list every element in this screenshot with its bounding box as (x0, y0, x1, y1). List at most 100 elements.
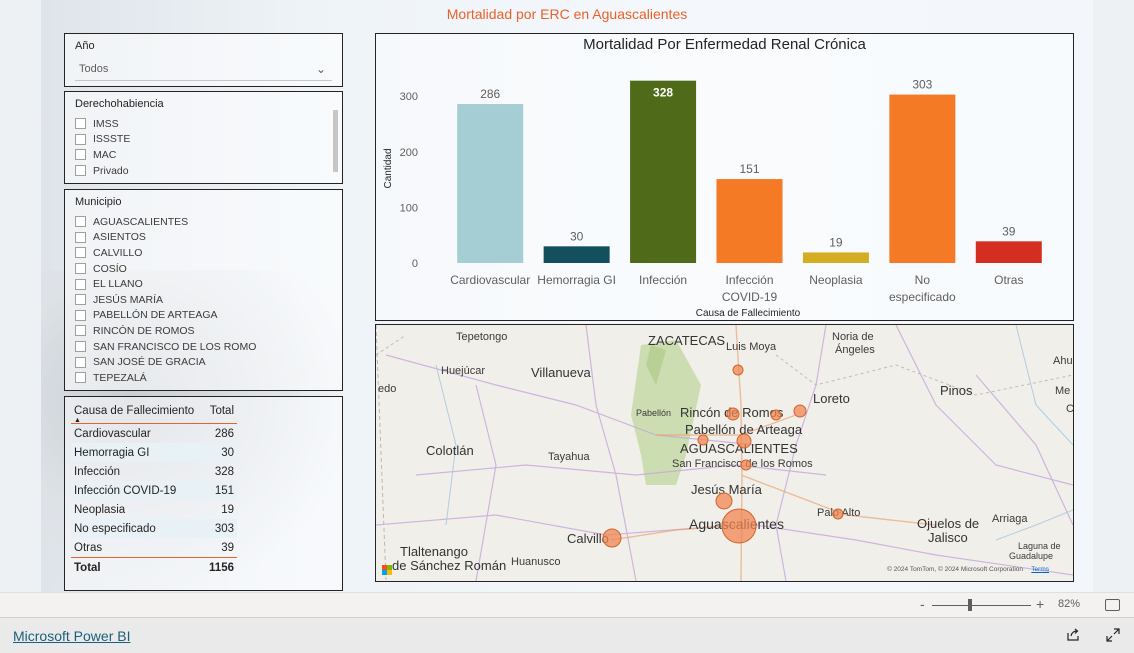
checkbox-label: IMSS (93, 118, 119, 130)
slicer-anio-title: Año (75, 40, 95, 52)
table-row[interactable]: Infección328 (71, 462, 237, 481)
table-row[interactable]: Infección COVID-19151 (71, 481, 237, 500)
bar[interactable] (803, 252, 869, 263)
checkbox[interactable] (75, 118, 86, 129)
zoom-slider-thumb[interactable] (968, 599, 972, 611)
x-tick-label: Otras (994, 273, 1023, 287)
anio-dropdown-value: Todos (79, 63, 108, 75)
cell-cause: Cardiovascular (71, 424, 204, 444)
map-bubble[interactable] (737, 434, 751, 448)
map-copyright: © 2024 TomTom, © 2024 Microsoft Corporat… (887, 566, 1023, 573)
bar[interactable] (889, 95, 955, 263)
bar[interactable] (457, 104, 523, 263)
zoom-in-button[interactable]: + (1036, 596, 1044, 612)
checkbox-item[interactable]: SAN JOSÉ DE GRACIA (75, 354, 330, 370)
checkbox[interactable] (75, 341, 86, 352)
checkbox-item[interactable]: CALVILLO (75, 245, 330, 261)
table-row[interactable]: No especificado303 (71, 519, 237, 538)
bar[interactable] (544, 246, 610, 263)
zoom-bar: - + 82% (0, 592, 1134, 618)
checkbox[interactable] (75, 325, 86, 336)
checkbox[interactable] (75, 310, 86, 321)
checkbox-item[interactable]: AGUASCALIENTES (75, 214, 330, 230)
checkbox[interactable] (75, 165, 86, 176)
checkbox[interactable] (75, 357, 86, 368)
checkbox-item[interactable]: JESÚS MARÍA (75, 292, 330, 308)
map-bubble[interactable] (833, 509, 843, 519)
zoom-out-button[interactable]: - (920, 596, 925, 612)
zoom-percentage: 82% (1058, 598, 1080, 610)
checkbox[interactable] (75, 372, 86, 383)
cell-cause: No especificado (71, 519, 204, 538)
cell-total: 39 (204, 538, 237, 558)
map-bubble[interactable] (794, 405, 806, 417)
share-icon[interactable] (1066, 628, 1080, 642)
table-row[interactable]: Cardiovascular286 (71, 424, 237, 444)
map-bubble[interactable] (722, 509, 756, 543)
map-bubble[interactable] (698, 435, 708, 445)
checkbox-item[interactable]: MAC (75, 147, 330, 163)
map-visual[interactable]: TepetongoZACATECASLuis MoyaNoria deÁngel… (375, 324, 1074, 582)
checkbox-item[interactable]: ISSSTE (75, 132, 330, 148)
bar-chart: Mortalidad Por Enfermedad Renal Crónica … (375, 33, 1074, 321)
checkbox-item[interactable]: SAN FRANCISCO DE LOS ROMO (75, 339, 330, 355)
data-label: 303 (912, 78, 932, 92)
table-total-row: Total1156 (71, 558, 237, 578)
data-label: 151 (739, 162, 759, 176)
checkbox-item[interactable]: EL LLANO (75, 276, 330, 292)
anio-dropdown[interactable]: Todos ⌄ (75, 58, 332, 81)
checkbox-label: Privado (93, 165, 129, 177)
checkbox-item[interactable]: COSÍO (75, 261, 330, 277)
checkbox-label: MAC (93, 149, 116, 161)
checkbox-item[interactable]: RINCÓN DE ROMOS (75, 323, 330, 339)
map-bubble[interactable] (716, 493, 732, 509)
map-bubble[interactable] (733, 365, 743, 375)
checkbox-item[interactable]: TEPEZALÁ (75, 370, 330, 386)
cell-cause: Infección COVID-19 (71, 481, 204, 500)
checkbox-item[interactable]: Privado (75, 163, 330, 179)
checkbox-item[interactable]: IMSS (75, 116, 330, 132)
map-bubble[interactable] (771, 410, 781, 420)
col-header-cause[interactable]: Causa de Fallecimiento (71, 403, 204, 424)
fullscreen-icon[interactable] (1106, 628, 1120, 642)
checkbox[interactable] (75, 247, 86, 258)
checkbox[interactable] (75, 263, 86, 274)
map-bubble[interactable] (603, 529, 621, 547)
powerbi-link[interactable]: Microsoft Power BI (13, 628, 130, 644)
bar[interactable] (976, 241, 1042, 263)
checkbox[interactable] (75, 134, 86, 145)
checkbox[interactable] (75, 216, 86, 227)
total-value: 1156 (204, 558, 237, 578)
x-axis-label: Causa de Fallecimiento (696, 308, 801, 319)
checkbox[interactable] (75, 232, 86, 243)
table-row[interactable]: Neoplasia19 (71, 500, 237, 519)
table-row[interactable]: Otras39 (71, 538, 237, 558)
checkbox-item[interactable]: ASIENTOS (75, 230, 330, 246)
data-label: 39 (1002, 224, 1016, 238)
bar[interactable] (717, 179, 783, 263)
zoom-slider-track[interactable] (932, 605, 1031, 606)
map-bubble[interactable] (727, 408, 739, 420)
table-row[interactable]: Hemorragia GI30 (71, 443, 237, 462)
checkbox[interactable] (75, 279, 86, 290)
report-title: Mortalidad por ERC en Aguascalientes (0, 6, 1134, 22)
slicer-municipio-title: Municipio (75, 196, 121, 208)
fit-to-page-icon[interactable] (1105, 599, 1120, 611)
checkbox-item[interactable]: PABELLÓN DE ARTEAGA (75, 308, 330, 324)
cell-cause: Hemorragia GI (71, 443, 204, 462)
slicer-derechohabiencia: Derechohabiencia IMSSISSSTEMACPrivadoSec… (64, 91, 343, 184)
col-header-total[interactable]: Total (204, 403, 237, 424)
map-bubble[interactable] (741, 460, 751, 470)
map-terms-link[interactable]: Terms (1031, 566, 1049, 573)
cell-total: 30 (204, 443, 237, 462)
checkbox[interactable] (75, 294, 86, 305)
bing-logo-icon (382, 565, 392, 575)
x-tick-label: Infección (725, 273, 773, 287)
derecho-scrollbar[interactable] (333, 110, 338, 172)
y-tick-label: 300 (400, 91, 418, 103)
cell-total: 19 (204, 500, 237, 519)
bar[interactable] (630, 81, 696, 263)
data-label: 328 (653, 86, 673, 100)
checkbox[interactable] (75, 149, 86, 160)
checkbox-item[interactable]: Secretaría de Salud (75, 178, 330, 181)
